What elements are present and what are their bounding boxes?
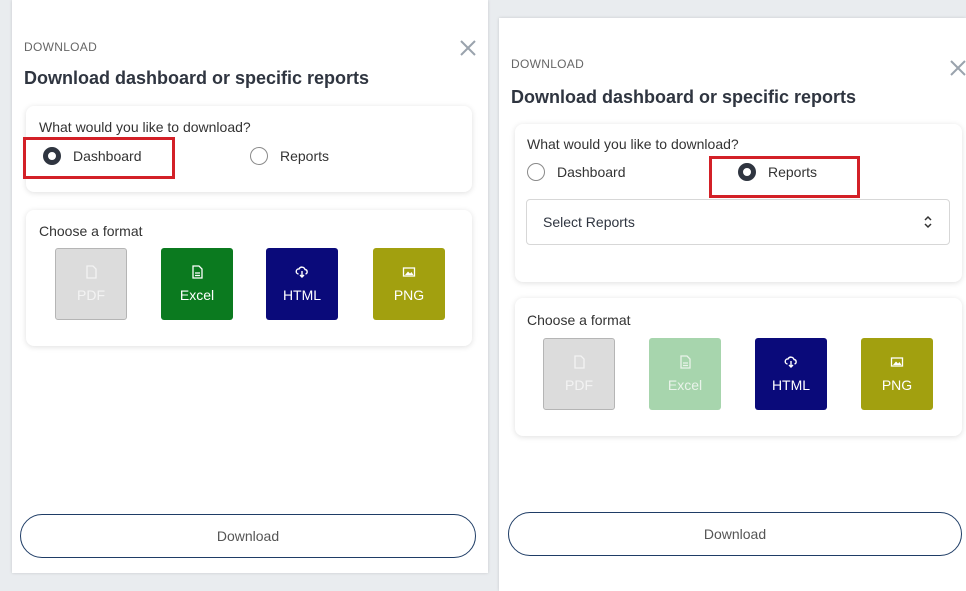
radio-dashboard[interactable]: Dashboard [527,163,626,181]
spreadsheet-icon [680,355,691,369]
image-icon [890,357,904,367]
download-question: What would you like to download? [527,136,739,152]
format-excel-button[interactable]: Excel [649,338,721,410]
format-html-button[interactable]: HTML [755,338,827,410]
radio-reports[interactable]: Reports [250,147,329,165]
format-card: Choose a format PDF Excel HTML PNG [515,298,962,436]
cloud-download-icon [295,266,308,278]
format-card: Choose a format PDF Excel HTML PNG [26,210,472,346]
file-icon [574,355,585,369]
reports-select-value: Select Reports [543,214,635,230]
radio-dashboard-label: Dashboard [557,164,626,180]
format-html-button[interactable]: HTML [266,248,338,320]
download-panel-reports: DOWNLOAD Download dashboard or specific … [499,18,966,591]
cloud-download-icon [784,356,797,368]
format-label: Choose a format [39,223,143,239]
format-pdf-label: PDF [77,287,105,303]
panel-title: Download dashboard or specific reports [24,68,370,88]
radio-reports-dot[interactable] [250,147,268,165]
sort-arrows-icon [924,215,932,229]
image-icon [402,267,416,277]
panel-eyebrow: DOWNLOAD [511,57,585,71]
format-png-label: PNG [393,287,425,303]
format-png-label: PNG [881,377,913,393]
selection-highlight [23,137,175,179]
close-icon[interactable] [458,38,478,58]
format-png-button[interactable]: PNG [861,338,933,410]
format-html-label: HTML [771,377,811,393]
radio-dashboard-dot[interactable] [527,163,545,181]
format-pdf-button[interactable]: PDF [543,338,615,410]
reports-select[interactable]: Select Reports [526,199,950,245]
download-question: What would you like to download? [39,119,251,135]
panel-eyebrow: DOWNLOAD [24,40,98,54]
close-icon[interactable] [948,58,966,78]
format-excel-label: Excel [667,377,703,393]
download-button[interactable]: Download [508,512,962,556]
download-type-card: What would you like to download? Dashboa… [515,124,962,282]
download-button[interactable]: Download [20,514,476,558]
spreadsheet-icon [192,265,203,279]
file-icon [86,265,97,279]
format-pdf-button[interactable]: PDF [55,248,127,320]
format-excel-label: Excel [179,287,215,303]
radio-reports-label: Reports [280,148,330,164]
format-html-label: HTML [282,287,322,303]
format-label: Choose a format [527,312,631,328]
selection-highlight [709,156,860,198]
format-excel-button[interactable]: Excel [161,248,233,320]
format-png-button[interactable]: PNG [373,248,445,320]
format-pdf-label: PDF [565,377,593,393]
panel-title: Download dashboard or specific reports [511,87,857,107]
download-panel-dashboard: DOWNLOAD Download dashboard or specific … [12,0,488,573]
